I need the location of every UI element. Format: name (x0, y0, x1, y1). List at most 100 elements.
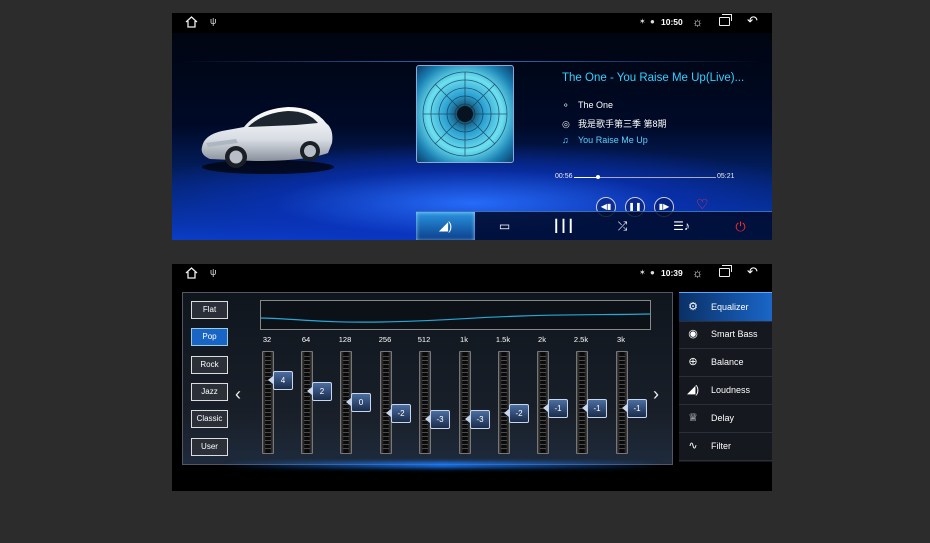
progress-fill (574, 177, 599, 178)
song-name: You Raise Me Up (578, 135, 648, 145)
music-note-icon: ♫ (562, 135, 569, 145)
location-icon: ● (650, 17, 655, 26)
tab-volume[interactable]: ◢) (416, 212, 475, 240)
playlist-icon: ☰♪ (673, 219, 690, 233)
band-frequency-label: 256 (378, 335, 392, 344)
tab-playlist[interactable]: ☰♪ (652, 212, 711, 240)
usb-icon: ψ (210, 16, 217, 26)
band-slider[interactable] (459, 351, 471, 454)
bluetooth-icon: ✶ (639, 268, 646, 277)
band-slider[interactable] (262, 351, 274, 454)
car-image (201, 107, 334, 174)
album-row: ◎ 我是歌手第三季 第8期 (562, 117, 667, 130)
scroll-right-arrow[interactable]: › (653, 384, 659, 405)
tab-equalizer[interactable]: ┃┃┃ (534, 212, 593, 240)
crown-icon: ♕ (688, 412, 698, 424)
person-icon: ⚬ (562, 100, 570, 110)
band-frequency-label: 64 (301, 335, 311, 344)
band-slider[interactable] (380, 351, 392, 454)
band-handle[interactable]: 2 (307, 382, 332, 401)
menu-equalizer[interactable]: ⚙ Equalizer (679, 292, 772, 322)
band-frequency-label: 1.5k (495, 335, 511, 344)
song-row: ♫ You Raise Me Up (562, 135, 648, 145)
status-bar: ψ ✶ ● 10:50 ☼ ↶ (172, 13, 772, 32)
band-slider[interactable] (419, 351, 431, 454)
progress-knob[interactable] (596, 175, 601, 179)
status-bar: ψ ✶ ● 10:39 ☼ ↶ (172, 264, 772, 283)
usb-icon: ψ (210, 267, 217, 277)
shuffle-icon: ⤮ (617, 219, 628, 233)
band-handle[interactable]: -3 (465, 409, 490, 429)
speaker-icon: ◉ (688, 328, 698, 340)
band-frequency-label: 3k (617, 335, 625, 344)
band-handle[interactable]: -2 (386, 404, 411, 423)
waveform-icon: ∿ (688, 440, 698, 452)
recent-apps-icon[interactable] (719, 265, 732, 277)
recent-apps-icon[interactable] (719, 14, 732, 26)
preset-user[interactable]: User (191, 438, 228, 456)
band-frequency-label: 32 (262, 335, 272, 344)
album-art (416, 65, 514, 163)
clock: 10:50 (661, 17, 683, 27)
preset-classic[interactable]: Classic (191, 410, 228, 428)
tab-shuffle[interactable]: ⤮ (593, 212, 652, 240)
menu-smart-bass[interactable]: ◉ Smart Bass (679, 320, 772, 349)
band-slider[interactable] (301, 351, 313, 454)
band-handle[interactable]: -1 (543, 398, 568, 418)
crosshair-icon: ⊕ (688, 356, 698, 368)
band-handle[interactable]: -3 (425, 409, 450, 429)
brightness-icon[interactable]: ☼ (692, 15, 703, 29)
menu-loudness[interactable]: ◢) Loudness (679, 376, 772, 405)
tab-screen-mode[interactable]: ▭ (475, 212, 534, 240)
album-name: 我是歌手第三季 第8期 (578, 119, 667, 129)
menu-balance[interactable]: ⊕ Balance (679, 348, 772, 377)
current-time: 00:56 (555, 173, 573, 180)
equalizer-screen: ψ ✶ ● 10:39 ☼ ↶ Flat Pop Rock Jazz Class… (172, 264, 772, 491)
power-icon: ⏻ (735, 219, 746, 234)
bluetooth-icon: ✶ (639, 17, 646, 26)
equalizer-icon: ┃┃┃ (552, 219, 575, 233)
player-background: The One - You Raise Me Up(Live)... ⚬ The … (172, 33, 772, 240)
audio-settings-menu: ⚙ Equalizer ◉ Smart Bass ⊕ Balance ◢) Loudne… (679, 292, 772, 462)
screen-mode-icon: ▭ (498, 219, 511, 233)
band-handle[interactable]: -1 (582, 398, 607, 418)
preset-jazz[interactable]: Jazz (191, 383, 228, 401)
back-icon[interactable]: ↶ (747, 264, 758, 280)
loudness-icon: ◢) (686, 384, 700, 396)
song-title: The One - You Raise Me Up(Live)... (562, 72, 745, 84)
eq-curve (260, 313, 651, 323)
band-handle[interactable]: -2 (504, 404, 529, 423)
eq-curve-display (260, 300, 651, 330)
band-frequency-label: 1k (460, 335, 468, 344)
band-slider[interactable] (498, 351, 510, 454)
artist-name: The One (578, 100, 614, 110)
band-frequency-label: 2k (538, 335, 546, 344)
tab-power[interactable]: ⏻ (711, 212, 770, 240)
home-icon[interactable] (185, 267, 198, 279)
home-icon[interactable] (185, 16, 198, 28)
band-frequency-label: 512 (417, 335, 431, 344)
player-tab-bar: ◢) ▭ ┃┃┃ ⤮ ☰♪ ⏻ (416, 211, 772, 240)
back-icon[interactable]: ↶ (747, 13, 758, 29)
progress-bar[interactable] (574, 175, 716, 179)
brightness-icon[interactable]: ☼ (692, 266, 703, 280)
band-frequency-label: 128 (338, 335, 352, 344)
clock: 10:39 (661, 268, 683, 278)
band-handle[interactable]: 0 (346, 393, 371, 412)
location-icon: ● (650, 268, 655, 277)
preset-rock[interactable]: Rock (191, 356, 228, 374)
band-frequency-label: 2.5k (573, 335, 589, 344)
preset-pop[interactable]: Pop (191, 328, 228, 346)
artist-row: ⚬ The One (562, 100, 613, 111)
band-handle[interactable]: -1 (622, 398, 647, 418)
music-player-screen: The One - You Raise Me Up(Live)... ⚬ The … (172, 13, 772, 240)
disc-icon: ◎ (562, 119, 570, 129)
total-time: 05:21 (717, 173, 735, 180)
scroll-left-arrow[interactable]: ‹ (235, 384, 241, 405)
menu-delay[interactable]: ♕ Delay (679, 404, 772, 433)
menu-filter[interactable]: ∿ Filter (679, 432, 772, 461)
band-handle[interactable]: 4 (268, 371, 293, 390)
preset-flat[interactable]: Flat (191, 301, 228, 319)
volume-icon: ◢) (438, 219, 453, 233)
equalizer-panel: Flat Pop Rock Jazz Classic User ‹ › 32 4 6… (182, 292, 673, 465)
